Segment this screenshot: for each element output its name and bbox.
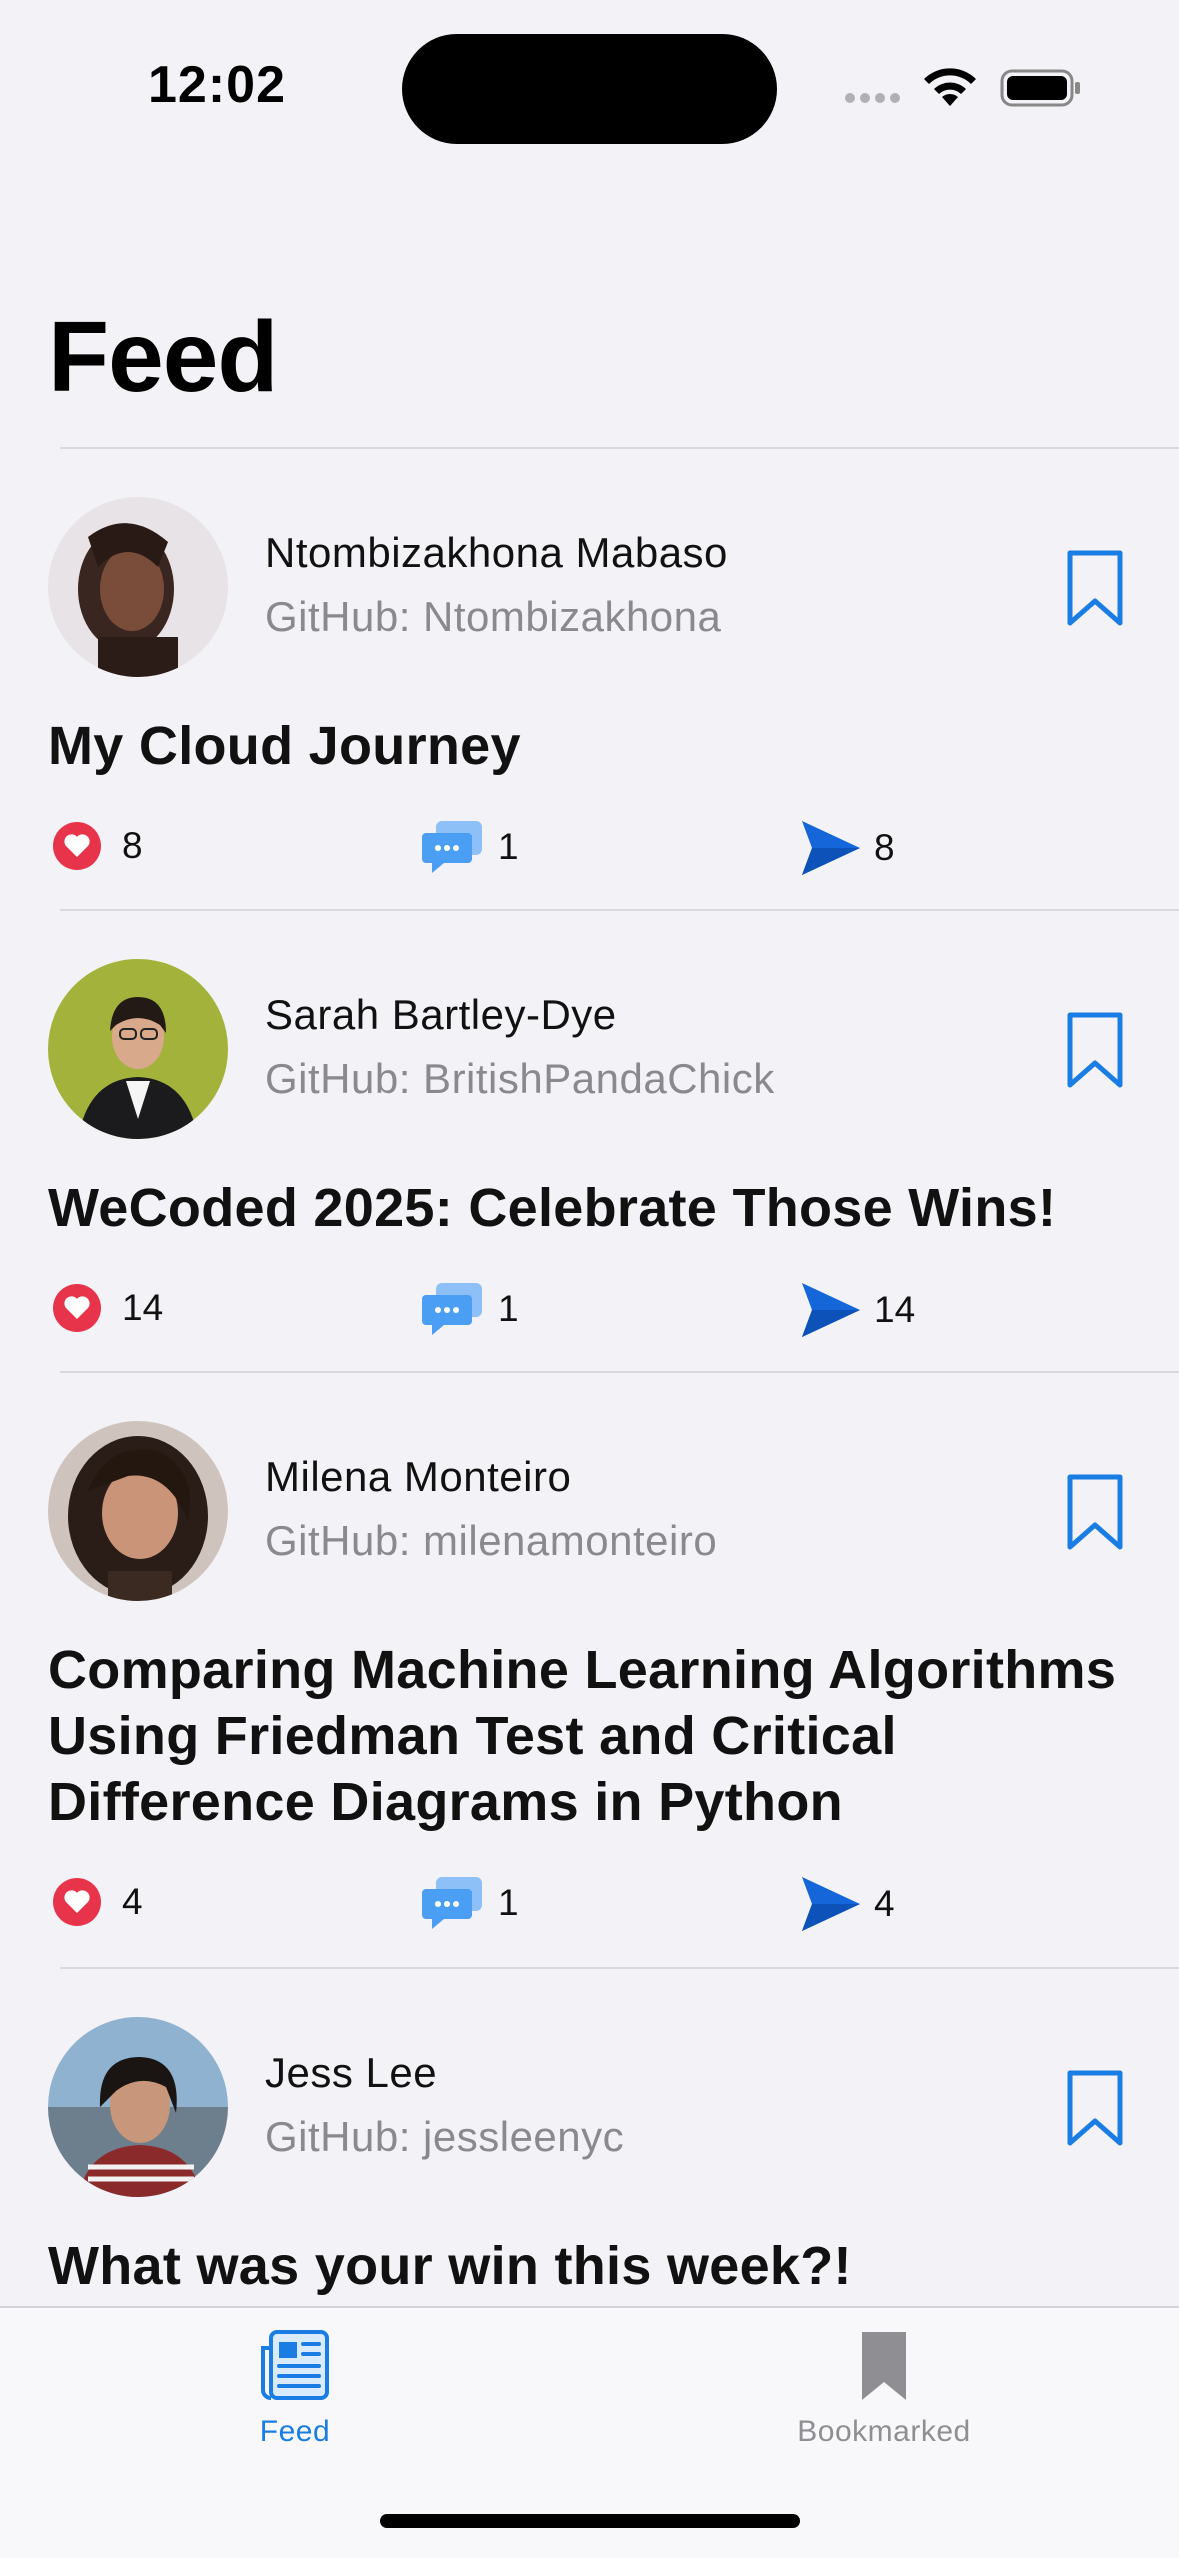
bookmark-icon <box>862 2332 906 2400</box>
comment-stat[interactable]: 1 <box>422 1875 519 1931</box>
like-count: 14 <box>122 1287 164 1328</box>
share-stat[interactable]: 14 <box>800 1281 915 1339</box>
newspaper-icon <box>261 2330 329 2400</box>
tab-label: Feed <box>259 2415 331 2448</box>
share-stat[interactable]: 8 <box>800 819 895 877</box>
send-icon <box>802 821 860 875</box>
comment-stat[interactable]: 1 <box>422 819 519 875</box>
heart-icon <box>53 822 101 870</box>
tab-feed[interactable]: Feed <box>145 2328 445 2449</box>
comment-icon <box>422 1877 482 1929</box>
author-name: Milena Monteiro <box>265 1453 572 1500</box>
wifi-icon <box>924 68 976 106</box>
avatar[interactable] <box>48 2017 228 2197</box>
dynamic-island <box>402 34 777 144</box>
share-count: 8 <box>874 827 895 868</box>
feed-card[interactable]: Milena Monteiro GitHub: milenamonteiro C… <box>0 1373 1179 1967</box>
like-stat[interactable]: 14 <box>52 1283 163 1333</box>
comment-stat[interactable]: 1 <box>422 1281 519 1337</box>
author-name: Ntombizakhona Mabaso <box>265 529 728 576</box>
comment-icon <box>422 1283 482 1335</box>
like-count: 8 <box>122 825 143 866</box>
page-title: Feed <box>48 301 278 413</box>
status-time: 12:02 <box>148 56 286 114</box>
feed-card[interactable]: Ntombizakhona Mabaso GitHub: Ntombizakho… <box>0 449 1179 909</box>
cellular-signal-icon <box>845 90 905 108</box>
author-name: Jess Lee <box>265 2049 438 2096</box>
heart-icon <box>53 1878 101 1926</box>
author-github: GitHub: BritishPandaChick <box>265 1055 775 1102</box>
bookmark-icon[interactable] <box>1065 1011 1125 1091</box>
author-github: GitHub: jessleenyc <box>265 2113 625 2160</box>
comment-count: 1 <box>498 826 519 867</box>
bookmark-icon[interactable] <box>1065 2069 1125 2149</box>
send-icon <box>802 1877 860 1931</box>
avatar[interactable] <box>48 1421 228 1601</box>
bookmark-icon[interactable] <box>1065 1473 1125 1553</box>
like-count: 4 <box>122 1881 143 1922</box>
tab-label: Bookmarked <box>797 2415 971 2448</box>
heart-icon <box>53 1284 101 1332</box>
status-bar: 12:02 <box>0 0 1179 170</box>
avatar[interactable] <box>48 497 228 677</box>
feed-list[interactable]: Ntombizakhona Mabaso GitHub: Ntombizakho… <box>0 447 1179 2309</box>
post-title[interactable]: My Cloud Journey <box>48 713 1148 779</box>
share-count: 4 <box>874 1883 895 1924</box>
battery-icon <box>1000 69 1080 107</box>
share-count: 14 <box>874 1289 916 1330</box>
comment-icon <box>422 821 482 873</box>
author-github: GitHub: milenamonteiro <box>265 1517 718 1564</box>
comment-count: 1 <box>498 1882 519 1923</box>
bookmark-icon[interactable] <box>1065 549 1125 629</box>
post-title[interactable]: WeCoded 2025: Celebrate Those Wins! <box>48 1175 1148 1241</box>
post-title[interactable]: Comparing Machine Learning Algorithms Us… <box>48 1637 1148 1835</box>
avatar[interactable] <box>48 959 228 1139</box>
author-name: Sarah Bartley-Dye <box>265 991 617 1038</box>
share-stat[interactable]: 4 <box>800 1875 895 1933</box>
post-title[interactable]: What was your win this week?! <box>48 2233 1148 2299</box>
home-indicator[interactable] <box>380 2514 800 2528</box>
tab-bookmarked[interactable]: Bookmarked <box>734 2328 1034 2449</box>
feed-card[interactable]: Sarah Bartley-Dye GitHub: BritishPandaCh… <box>0 911 1179 1371</box>
like-stat[interactable]: 8 <box>52 821 143 871</box>
author-github: GitHub: Ntombizakhona <box>265 593 722 640</box>
comment-count: 1 <box>498 1288 519 1329</box>
send-icon <box>802 1283 860 1337</box>
feed-card[interactable]: Jess Lee GitHub: jessleenyc What was you… <box>0 1969 1179 2309</box>
like-stat[interactable]: 4 <box>52 1877 143 1927</box>
